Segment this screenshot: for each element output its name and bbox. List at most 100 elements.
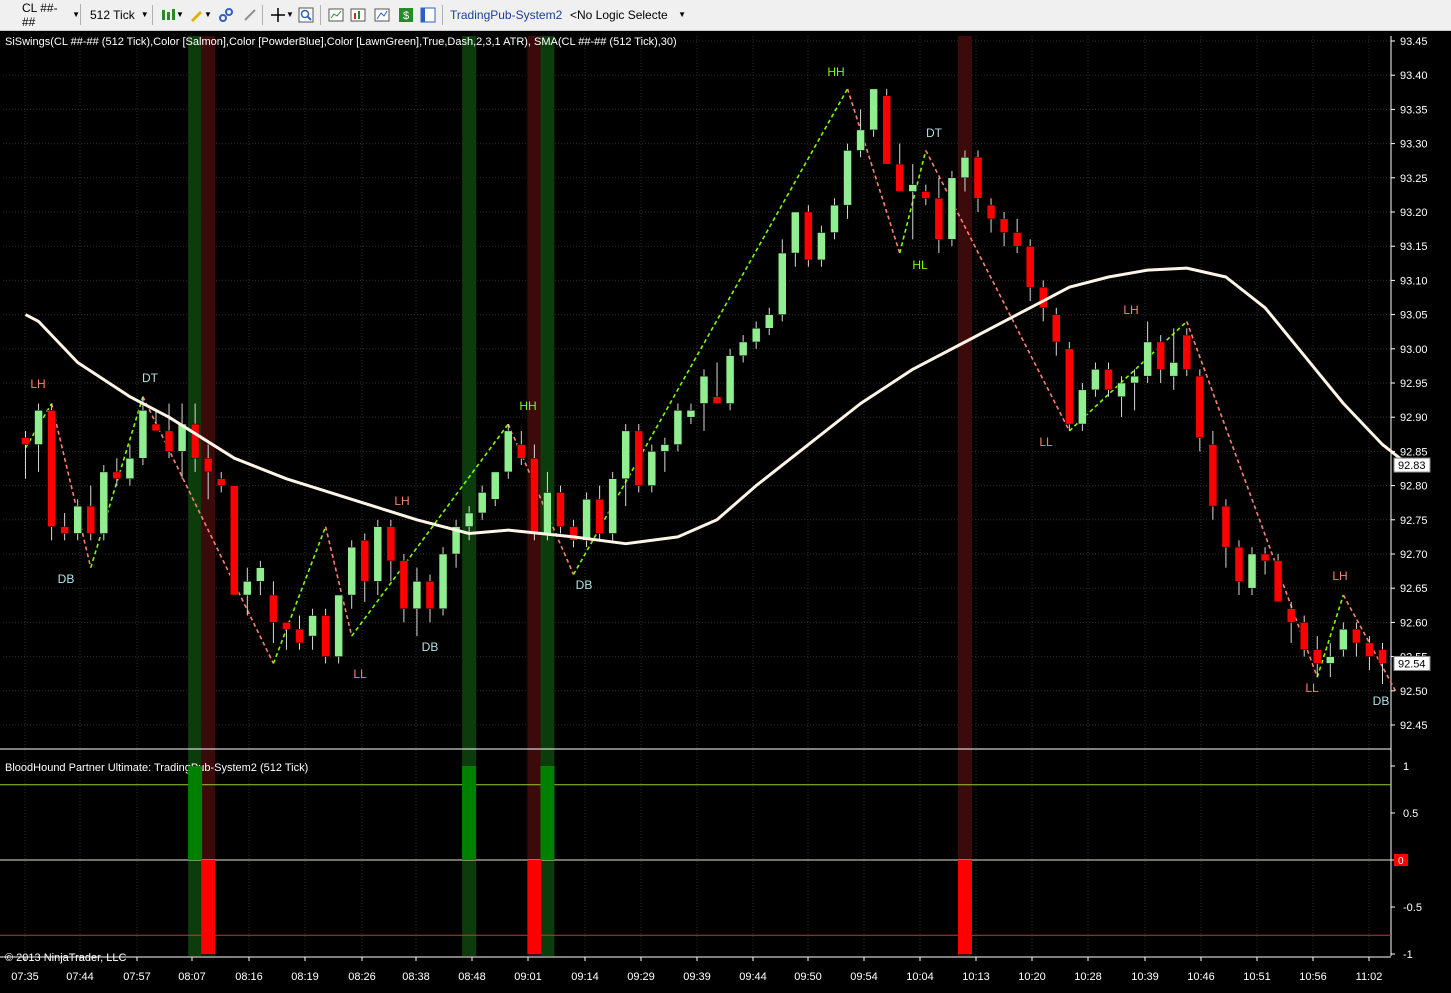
time-tick-label: 09:50 — [794, 971, 822, 983]
chevron-down-icon[interactable]: ▼ — [176, 10, 184, 19]
candle-down — [295, 628, 304, 644]
time-tick-label: 07:35 — [11, 971, 39, 983]
candle-down — [1039, 286, 1048, 309]
short-signal-bar — [201, 860, 216, 954]
indicator-tick-label: -1 — [1403, 949, 1413, 961]
price-tick-label: 92.75 — [1400, 515, 1428, 527]
candle-up — [791, 211, 800, 254]
candle-up — [334, 594, 343, 657]
swing-label: LL — [353, 667, 367, 681]
candle-down — [1286, 608, 1296, 623]
chart-canvas[interactable]: LH DT DB LH LL DB HH DB HH DT HL LH LL LH LL DB SiSwings… — [0, 31, 1451, 993]
candle-down — [1104, 369, 1113, 391]
price-tick-label: 93.45 — [1400, 36, 1428, 48]
candle-down — [804, 211, 813, 261]
candle-up — [308, 615, 317, 637]
candle-up — [725, 355, 735, 404]
candle-up — [856, 129, 865, 151]
time-tick-label: 09:44 — [739, 971, 767, 983]
toolbar-divider — [320, 5, 321, 25]
current-price-marker-label: 92.83 — [1398, 460, 1426, 472]
interval-selector[interactable]: 512 Tick ▼ — [90, 4, 150, 25]
toolbar-divider — [152, 5, 153, 25]
candle-up — [373, 526, 383, 582]
swing-label: LL — [1039, 435, 1053, 449]
candle-down — [1378, 649, 1387, 664]
candle-down — [1234, 546, 1244, 582]
candle-up — [99, 471, 109, 534]
price-tick-label: 93.05 — [1400, 310, 1428, 322]
candle-down — [190, 423, 200, 459]
chevron-down-icon[interactable]: ▼ — [286, 10, 294, 19]
data-box-icon[interactable] — [326, 5, 346, 25]
toolbar-divider — [262, 5, 263, 25]
price-tick-label: 93.30 — [1400, 139, 1428, 151]
candle-down — [151, 423, 161, 432]
instrument-selector[interactable]: CL ##-## ▼ — [4, 1, 81, 29]
candle-up — [660, 444, 670, 452]
indicator-tick-label: 1 — [1403, 761, 1409, 773]
swing-label: HH — [827, 65, 844, 79]
strategy-label[interactable]: TradingPub-System2 — [450, 4, 562, 25]
price-tick-label: 92.60 — [1400, 617, 1428, 629]
candle-up — [908, 184, 918, 192]
candle-down — [60, 526, 69, 534]
time-tick-label: 09:14 — [571, 971, 599, 983]
candle-up — [1339, 628, 1348, 651]
candle-up — [34, 410, 43, 445]
price-tick-label: 93.20 — [1400, 207, 1428, 219]
candle-up — [125, 457, 135, 480]
swing-label: DB — [1373, 694, 1390, 708]
time-tick-label: 08:16 — [235, 971, 263, 983]
candle-down — [1182, 334, 1192, 370]
chart-toolbar: CL ##-## ▼ 512 Tick ▼ ▼ ▼ ▼ $ TradingPub… — [0, 0, 1451, 31]
candle-up — [608, 478, 617, 534]
candle-down — [517, 444, 526, 459]
chevron-down-icon: ▼ — [140, 10, 149, 19]
candle-down — [1012, 232, 1022, 247]
candle-up — [1117, 382, 1126, 397]
time-tick-label: 09:39 — [683, 971, 711, 983]
candle-up — [1326, 656, 1335, 664]
candle-up — [686, 410, 696, 418]
price-tick-label: 93.40 — [1400, 70, 1428, 82]
candle-up — [73, 505, 82, 534]
chevron-down-icon[interactable]: ▼ — [204, 10, 212, 19]
chevron-down-icon: ▼ — [72, 10, 80, 19]
time-tick-label: 08:48 — [458, 971, 486, 983]
candle-up — [830, 204, 839, 233]
candle-up — [490, 471, 500, 500]
candle-up — [869, 88, 878, 131]
candle-up — [1091, 369, 1100, 391]
bar-style-icon[interactable] — [158, 5, 178, 25]
candle-down — [47, 410, 56, 527]
price-tick-label: 92.70 — [1400, 549, 1428, 561]
window-icon[interactable] — [418, 5, 438, 25]
candle-up — [438, 553, 448, 609]
swing-label: DB — [58, 572, 75, 586]
candle-up — [843, 150, 852, 206]
long-signal-bar — [462, 766, 477, 860]
swing-label: LH — [1332, 569, 1347, 583]
candle-down — [1208, 444, 1218, 507]
swing-label: LH — [1123, 303, 1138, 317]
chart-props-icon[interactable] — [372, 5, 392, 25]
chart-props-icon[interactable] — [348, 5, 368, 25]
dollar-icon[interactable]: $ — [396, 5, 416, 25]
time-tick-label: 10:20 — [1018, 971, 1046, 983]
logic-select[interactable]: <No Logic Selecte ▼ — [570, 4, 688, 25]
candle-down — [1273, 560, 1283, 603]
time-tick-label: 10:51 — [1243, 971, 1271, 983]
interval-label: 512 Tick — [90, 7, 135, 22]
draw-pencil-icon[interactable] — [186, 5, 206, 25]
candle-up — [699, 375, 709, 404]
instrument-label: CL ##-## — [22, 0, 58, 29]
candle-down — [895, 163, 904, 192]
toolbar-divider — [442, 5, 443, 25]
crosshair-icon[interactable] — [268, 5, 288, 25]
link-icon[interactable] — [216, 5, 236, 25]
unlink-icon[interactable] — [240, 5, 260, 25]
long-signal-bar — [540, 766, 555, 860]
time-tick-label: 09:54 — [850, 971, 878, 983]
zoom-icon[interactable] — [296, 5, 316, 25]
